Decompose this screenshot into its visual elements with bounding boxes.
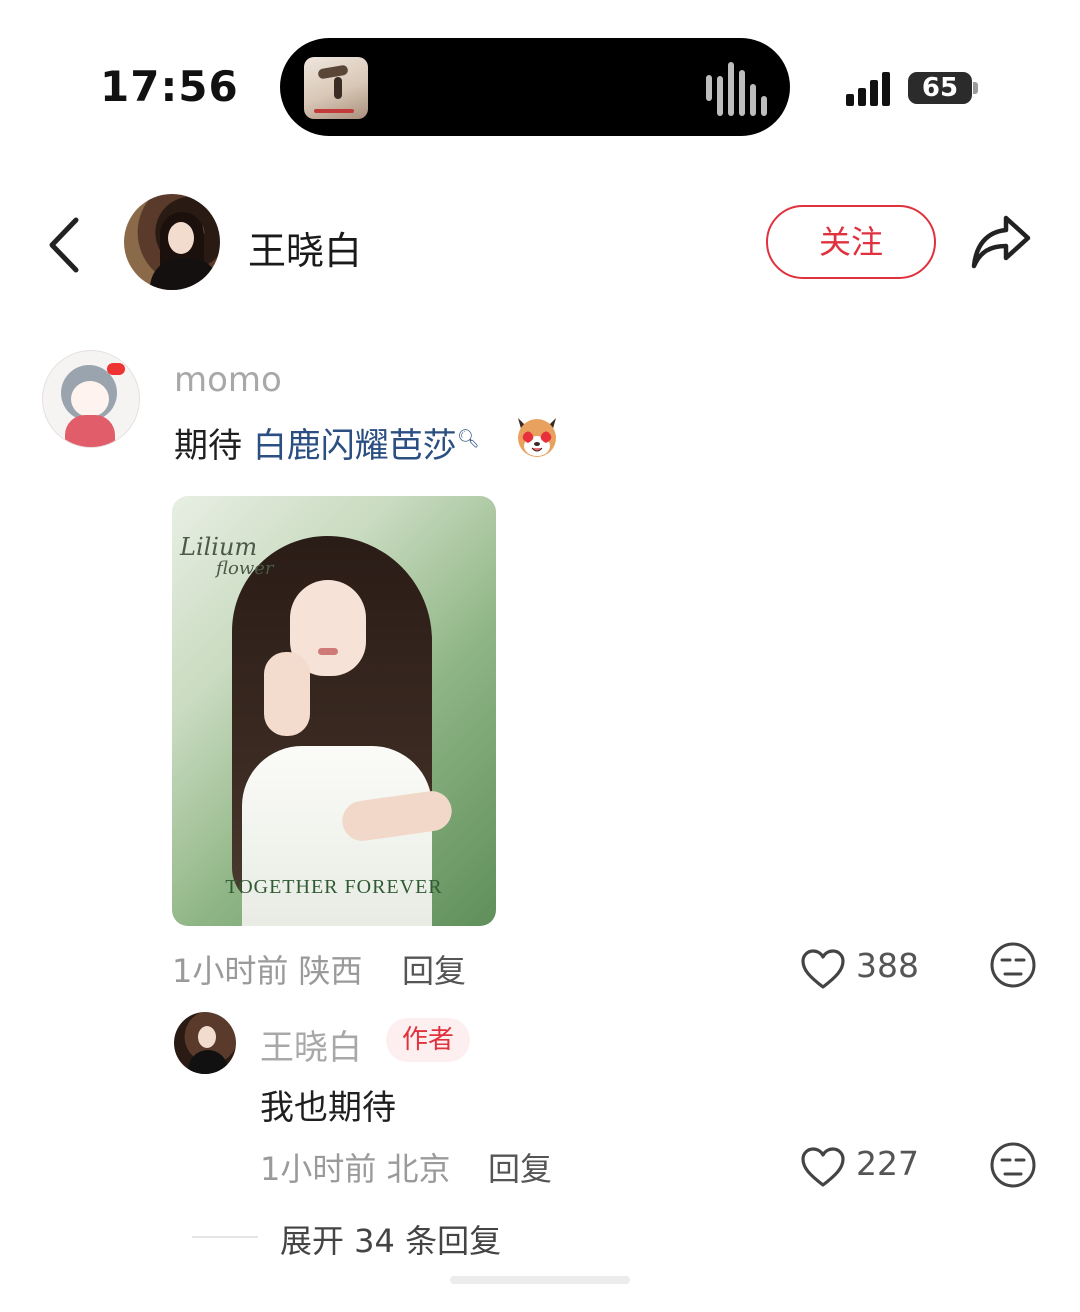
share-icon: [971, 215, 1031, 269]
reply-username[interactable]: 王晓白: [260, 1020, 362, 1069]
author-avatar[interactable]: [124, 194, 220, 290]
comment-like-count: 388: [856, 946, 919, 985]
comment-reply-button[interactable]: 回复: [402, 946, 466, 992]
image-script-line-1: Lilium: [180, 533, 258, 561]
reply-text: 我也期待: [260, 1088, 396, 1128]
reply-like-button[interactable]: 227: [800, 1142, 930, 1192]
back-button[interactable]: [40, 210, 90, 280]
image-script-text: Lilium flower: [180, 533, 274, 580]
battery-icon: 65: [908, 72, 972, 104]
battery-nub: [973, 82, 978, 94]
unamused-face-icon: [990, 1142, 1036, 1188]
comment-text: 期待 白鹿闪耀芭莎🔍︎: [174, 418, 480, 467]
author-badge: 作者: [386, 1018, 470, 1062]
waveform-icon: [706, 60, 767, 116]
commenter-avatar[interactable]: [42, 350, 140, 448]
follow-button[interactable]: 关注: [766, 205, 936, 279]
commenter-name[interactable]: momo: [174, 360, 282, 400]
signal-icon: [846, 72, 896, 106]
unamused-face-icon: [990, 942, 1036, 988]
comment-like-button[interactable]: 388: [800, 944, 930, 994]
topic-link[interactable]: 白鹿闪耀芭莎: [253, 426, 457, 466]
heart-icon: [801, 1147, 845, 1187]
now-playing-thumbnail[interactable]: [304, 57, 368, 119]
reply-avatar[interactable]: [174, 1012, 236, 1074]
status-time: 17:56: [100, 62, 239, 111]
reply-reply-button[interactable]: 回复: [488, 1144, 552, 1190]
comment-text-prefix: 期待: [174, 426, 253, 466]
back-arrow-icon: [49, 217, 79, 273]
reply-meta: 1小时前 北京: [260, 1150, 451, 1188]
author-name[interactable]: 王晓白: [248, 220, 362, 275]
share-button[interactable]: [968, 210, 1034, 272]
comment-image[interactable]: Lilium flower TOGETHER FOREVER: [172, 496, 496, 926]
comment-dislike-button[interactable]: [988, 940, 1038, 990]
image-footer-text: TOGETHER FOREVER: [225, 876, 443, 898]
reply-dislike-button[interactable]: [988, 1140, 1038, 1190]
dog-heart-eyes-emoji-icon: [512, 410, 562, 460]
home-indicator[interactable]: [450, 1276, 630, 1284]
heart-icon: [801, 949, 845, 989]
expand-replies-button[interactable]: 展开 34 条回复: [280, 1216, 501, 1262]
comment-meta: 1小时前 陕西: [172, 952, 363, 990]
image-script-line-2: flower: [216, 558, 274, 579]
reply-like-count: 227: [856, 1144, 919, 1183]
search-icon: 🔍︎: [456, 428, 480, 450]
expand-divider: [192, 1236, 258, 1238]
